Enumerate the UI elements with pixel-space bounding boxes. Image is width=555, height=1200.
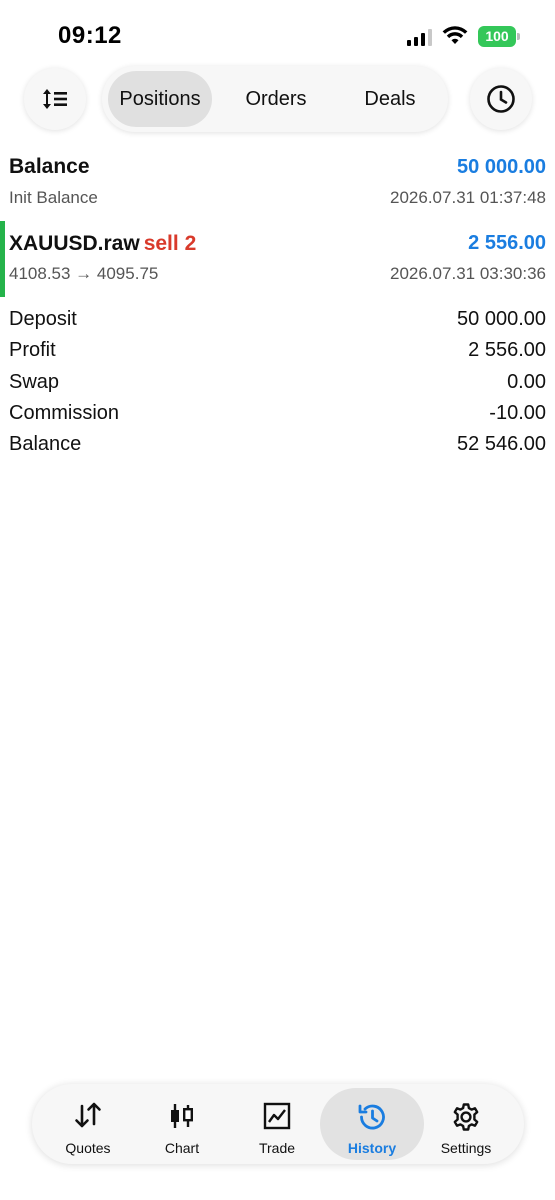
summary-value: 52 546.00	[457, 433, 546, 456]
history-icon	[358, 1104, 385, 1130]
period-filter-button[interactable]	[470, 68, 532, 130]
summary-value: 50 000.00	[457, 308, 546, 330]
bottom-tab-bar: Quotes Chart Trade History Settings	[32, 1084, 524, 1164]
tab-settings[interactable]: Settings	[418, 1088, 514, 1160]
gear-icon	[453, 1103, 479, 1131]
balance-entry-datetime: 2026.07.31 01:37:48	[390, 188, 546, 207]
status-bar: 09:12 100	[0, 0, 555, 70]
summary-row-swap: Swap 0.00	[0, 369, 555, 400]
segment-orders[interactable]: Orders	[224, 71, 328, 127]
summary-label: Balance	[9, 433, 82, 456]
tab-trade[interactable]: Trade	[229, 1088, 325, 1160]
clock-icon	[487, 85, 515, 113]
summary-label: Commission	[9, 401, 120, 424]
summary-value: 2 556.00	[468, 339, 546, 362]
tab-quotes[interactable]: Quotes	[40, 1088, 136, 1160]
history-segment-control: Positions Orders Deals	[102, 66, 448, 132]
deal-symbol: XAUUSD.raw	[9, 232, 140, 255]
summary-label: Profit	[9, 339, 56, 362]
balance-entry-amount: 50 000.00	[457, 156, 546, 178]
balance-entry-comment: Init Balance	[9, 188, 98, 207]
tab-label: History	[347, 1140, 397, 1156]
summary-row-commission: Commission -10.00	[0, 400, 555, 431]
segment-deals[interactable]: Deals	[338, 71, 442, 127]
sort-button[interactable]	[24, 68, 86, 130]
summary-label: Swap	[9, 370, 60, 393]
tab-chart[interactable]: Chart	[134, 1088, 230, 1160]
battery-indicator: 100	[478, 26, 520, 47]
wifi-icon	[442, 26, 468, 46]
trade-chart-icon	[263, 1102, 291, 1130]
candlestick-icon	[171, 1104, 194, 1128]
segment-positions[interactable]: Positions	[108, 71, 212, 127]
deal-profit: 2 556.00	[468, 232, 546, 254]
quotes-icon	[75, 1102, 101, 1128]
tab-history[interactable]: History	[320, 1088, 424, 1160]
deal-datetime: 2026.07.31 03:30:36	[390, 264, 546, 283]
deal-row[interactable]: XAUUSD.raw sell 2	[9, 232, 196, 256]
deal-indicator-bar	[0, 221, 5, 297]
tab-label: Chart	[164, 1140, 200, 1156]
tab-label: Trade	[258, 1140, 296, 1156]
summary-row-balance: Balance 52 546.00	[0, 431, 555, 462]
summary-label: Deposit	[9, 308, 77, 330]
status-time: 09:12	[58, 22, 122, 49]
deal-prices: 4108.53 → 4095.75	[9, 264, 159, 283]
balance-entry-title: Balance	[9, 155, 90, 178]
summary-value: 0.00	[507, 370, 546, 393]
cellular-signal-icon	[407, 28, 433, 46]
tab-label: Quotes	[65, 1140, 111, 1156]
tab-label: Settings	[440, 1140, 492, 1156]
summary-row-deposit: Deposit 50 000.00	[0, 306, 555, 337]
summary-row-profit: Profit 2 556.00	[0, 337, 555, 368]
deal-side: sell 2	[143, 232, 197, 255]
summary-list: Deposit 50 000.00 Profit 2 556.00 Swap 0…	[0, 306, 555, 462]
sort-icon	[43, 89, 67, 109]
summary-value: -10.00	[489, 401, 546, 424]
